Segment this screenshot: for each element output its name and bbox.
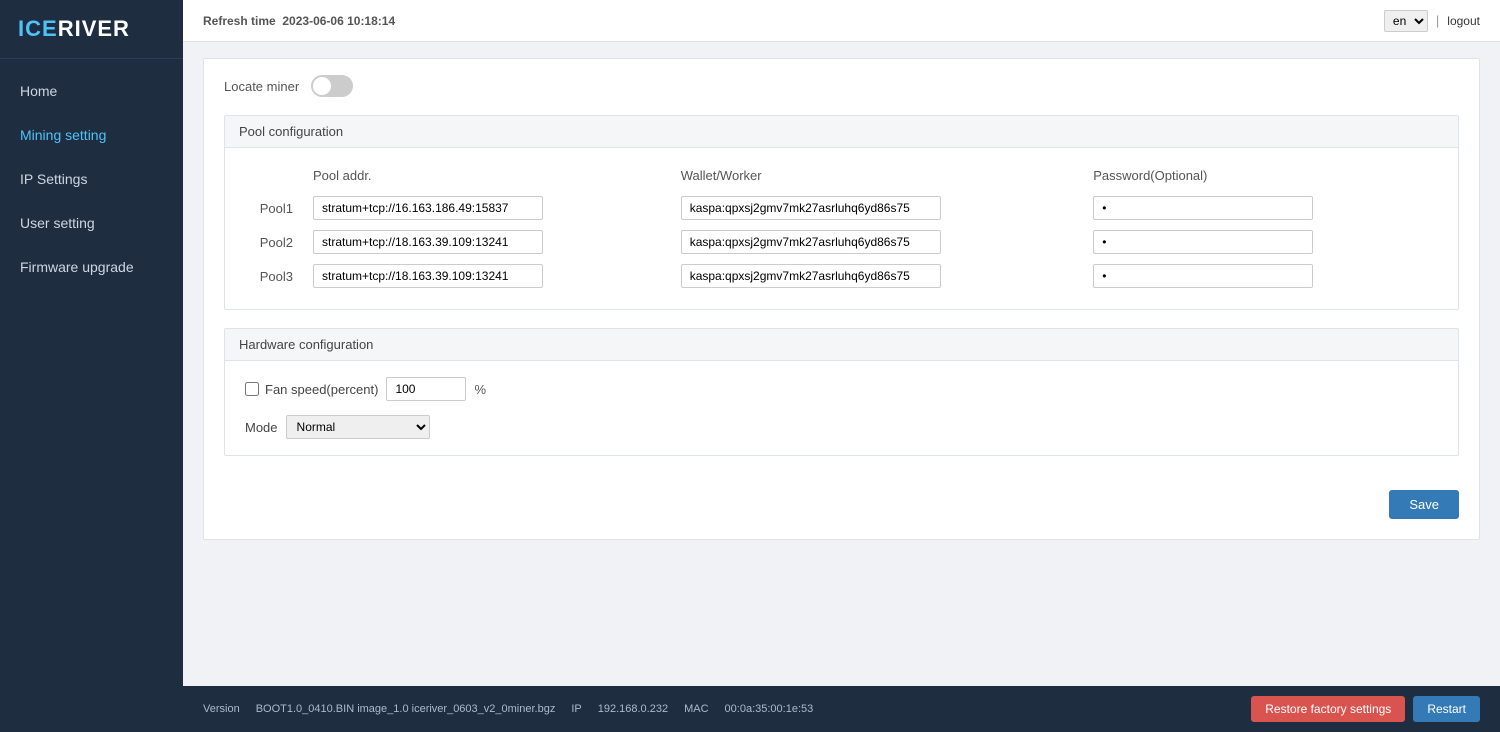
pool1-wallet-input[interactable] <box>681 196 941 220</box>
table-row: Pool2 <box>245 225 1438 259</box>
pool2-password-cell <box>1085 225 1438 259</box>
pool2-addr-cell <box>305 225 673 259</box>
pool2-label: Pool2 <box>245 225 305 259</box>
locate-miner-toggle[interactable] <box>311 75 353 97</box>
pool1-wallet-cell <box>673 191 1086 225</box>
pool3-wallet-input[interactable] <box>681 264 941 288</box>
pool3-password-cell <box>1085 259 1438 293</box>
pool2-addr-input[interactable] <box>313 230 543 254</box>
mode-select[interactable]: Normal Low power High performance <box>286 415 430 439</box>
pool1-password-cell <box>1085 191 1438 225</box>
save-row: Save <box>224 474 1459 523</box>
pool1-label: Pool1 <box>245 191 305 225</box>
pool2-wallet-input[interactable] <box>681 230 941 254</box>
mac-label: MAC <box>684 703 708 715</box>
pool1-addr-cell <box>305 191 673 225</box>
fan-speed-checkbox[interactable] <box>245 382 259 396</box>
separator: | <box>1436 13 1439 28</box>
sidebar-item-mining-setting[interactable]: Mining setting <box>0 113 183 157</box>
topbar-right: en zh | logout <box>1384 10 1480 32</box>
fan-speed-unit: % <box>474 382 486 397</box>
ip-value: 192.168.0.232 <box>598 703 668 715</box>
pool2-wallet-cell <box>673 225 1086 259</box>
pool3-wallet-cell <box>673 259 1086 293</box>
pool3-password-input[interactable] <box>1093 264 1313 288</box>
fan-speed-label: Fan speed(percent) <box>245 382 378 397</box>
logo: ICERIVER <box>0 0 183 59</box>
sidebar-nav: Home Mining setting IP Settings User set… <box>0 69 183 289</box>
ip-label: IP <box>571 703 581 715</box>
content-area: Locate miner Pool configuration Pool add… <box>183 42 1500 686</box>
pool-config-header: Pool configuration <box>224 115 1459 148</box>
footer-buttons: Restore factory settings Restart <box>1251 696 1480 722</box>
table-row: Pool1 <box>245 191 1438 225</box>
sidebar-item-ip-settings[interactable]: IP Settings <box>0 157 183 201</box>
sidebar-item-firmware-upgrade[interactable]: Firmware upgrade <box>0 245 183 289</box>
sidebar: ICERIVER Home Mining setting IP Settings… <box>0 0 183 732</box>
sidebar-item-home[interactable]: Home <box>0 69 183 113</box>
col-label-empty <box>245 164 305 191</box>
pool-table: Pool addr. Wallet/Worker Password(Option… <box>245 164 1438 293</box>
pool-config-body: Pool addr. Wallet/Worker Password(Option… <box>224 148 1459 310</box>
mac-value: 00:0a:35:00:1e:53 <box>725 703 814 715</box>
table-row: Pool3 <box>245 259 1438 293</box>
pool3-addr-cell <box>305 259 673 293</box>
main-card: Locate miner Pool configuration Pool add… <box>203 58 1480 540</box>
language-select[interactable]: en zh <box>1384 10 1428 32</box>
mode-label: Mode <box>245 420 278 435</box>
fan-speed-row: Fan speed(percent) % <box>245 377 1438 401</box>
restart-button[interactable]: Restart <box>1413 696 1480 722</box>
hw-config-header: Hardware configuration <box>224 328 1459 361</box>
version-value: BOOT1.0_0410.BIN image_1.0 iceriver_0603… <box>256 703 556 715</box>
logo-ice: ICE <box>18 16 58 41</box>
mode-row: Mode Normal Low power High performance <box>245 415 1438 439</box>
pool3-label: Pool3 <box>245 259 305 293</box>
fan-speed-input[interactable] <box>386 377 466 401</box>
restore-factory-button[interactable]: Restore factory settings <box>1251 696 1405 722</box>
footer-info: Version BOOT1.0_0410.BIN image_1.0 iceri… <box>203 703 813 715</box>
col-wallet: Wallet/Worker <box>673 164 1086 191</box>
refresh-info: Refresh time 2023-06-06 10:18:14 <box>203 14 395 28</box>
save-button[interactable]: Save <box>1389 490 1459 519</box>
col-pool-addr: Pool addr. <box>305 164 673 191</box>
locate-miner-label: Locate miner <box>224 79 299 94</box>
col-password: Password(Optional) <box>1085 164 1438 191</box>
topbar: Refresh time 2023-06-06 10:18:14 en zh |… <box>183 0 1500 42</box>
footer: Version BOOT1.0_0410.BIN image_1.0 iceri… <box>183 686 1500 732</box>
pool1-password-input[interactable] <box>1093 196 1313 220</box>
logout-link[interactable]: logout <box>1447 14 1480 28</box>
version-label: Version <box>203 703 240 715</box>
logo-river: RIVER <box>58 16 130 41</box>
pool3-addr-input[interactable] <box>313 264 543 288</box>
pool1-addr-input[interactable] <box>313 196 543 220</box>
main-area: Refresh time 2023-06-06 10:18:14 en zh |… <box>183 0 1500 732</box>
hw-config-body: Fan speed(percent) % Mode Normal Low pow… <box>224 361 1459 456</box>
sidebar-item-user-setting[interactable]: User setting <box>0 201 183 245</box>
locate-miner-row: Locate miner <box>224 75 1459 97</box>
pool2-password-input[interactable] <box>1093 230 1313 254</box>
